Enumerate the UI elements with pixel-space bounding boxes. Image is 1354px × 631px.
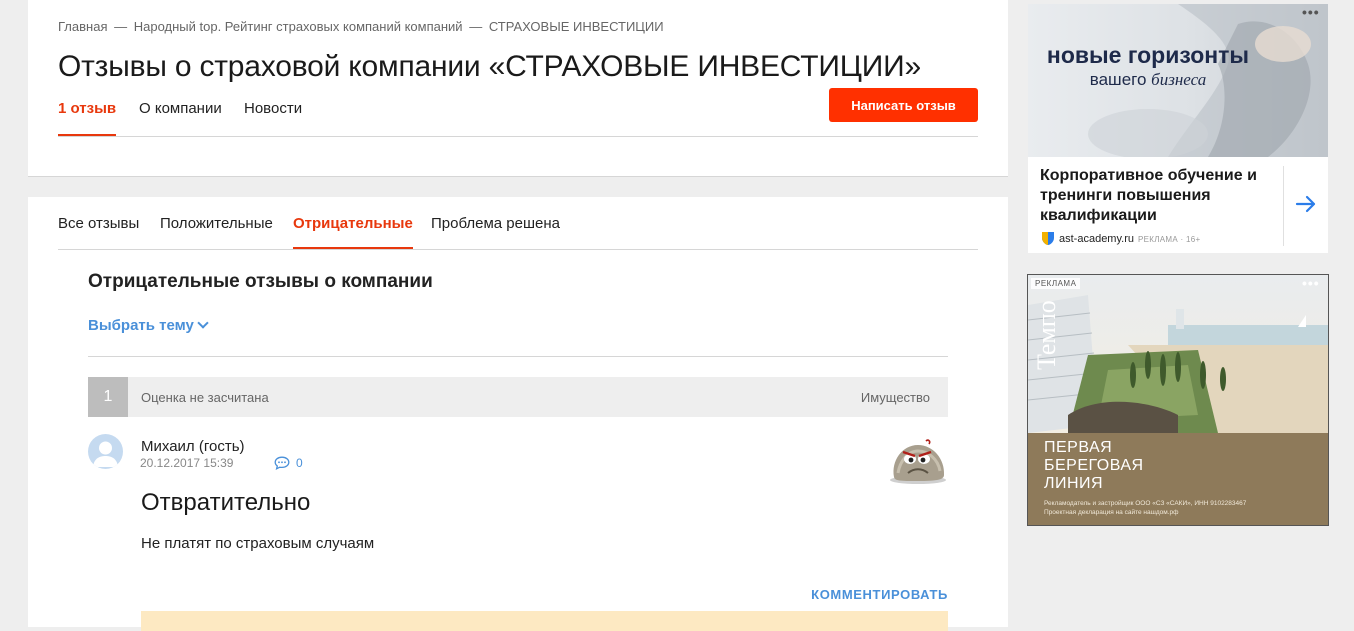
arrow-right-icon[interactable] — [1294, 192, 1318, 216]
header-card: Главная — Народный top. Рейтинг страховы… — [28, 0, 1008, 177]
comments-count-value: 0 — [296, 456, 303, 470]
page-title: Отзывы о страховой компании «СТРАХОВЫЕ И… — [58, 50, 921, 83]
comments-count[interactable]: 0 — [274, 456, 303, 471]
tab-positive[interactable]: Положительные — [160, 215, 273, 247]
breadcrumb-rating[interactable]: Народный top. Рейтинг страховых компаний… — [134, 19, 463, 34]
ad-label: РЕКЛАМА — [1031, 278, 1081, 289]
tab-reviews[interactable]: 1 отзыв — [58, 100, 117, 136]
ad-banner-2[interactable]: РЕКЛАМА ••• Темпо ПЕРВАЯ БЕРЕГОВАЯ ЛИНИЯ Р… — [1027, 274, 1329, 526]
comment-icon — [274, 456, 290, 471]
divider — [1283, 166, 1284, 246]
site-logo-icon — [1042, 232, 1054, 245]
ad-image: новые горизонты вашего бизнеса ••• — [1028, 4, 1328, 157]
section-title: Отрицательные отзывы о компании — [88, 271, 433, 292]
write-review-button[interactable]: Написать отзыв — [829, 88, 978, 122]
ad-text: Корпоративное обучение и тренинги повыше… — [1040, 167, 1257, 224]
breadcrumb: Главная — Народный top. Рейтинг страховы… — [58, 19, 664, 34]
breadcrumb-company[interactable]: СТРАХОВЫЕ ИНВЕСТИЦИИ — [489, 19, 664, 34]
more-options-icon[interactable]: ••• — [1302, 275, 1320, 291]
breadcrumb-separator: — — [469, 19, 483, 34]
user-icon — [93, 441, 118, 467]
review-category[interactable]: Имущество — [861, 390, 930, 405]
review-text: Не платят по страховым случаям — [141, 535, 375, 552]
ad-site[interactable]: ast-academy.ru РЕКЛАМА · 16+ — [1040, 230, 1201, 246]
breadcrumb-home[interactable]: Главная — [58, 19, 107, 34]
brand-logo: Темпо — [1032, 300, 1061, 370]
tab-news[interactable]: Новости — [244, 100, 302, 134]
angry-mood-icon — [890, 439, 946, 484]
ad-photo — [1028, 275, 1328, 433]
ad-label: РЕКЛАМА · 16+ — [1138, 235, 1201, 244]
notice-box — [141, 611, 948, 631]
ad-disclaimer: Рекламодатель и застройщик ООО «СЗ «САКИ… — [1044, 500, 1247, 516]
review-header-bar: 1 Оценка не засчитана Имущество — [88, 377, 948, 417]
review-title: Отвратительно — [141, 489, 311, 516]
theme-select-label: Выбрать тему — [88, 317, 194, 334]
tab-all-reviews[interactable]: Все отзывы — [58, 215, 139, 247]
ad-banner-1[interactable]: новые горизонты вашего бизнеса ••• Корпо… — [1028, 4, 1328, 253]
theme-select[interactable]: Выбрать тему — [88, 317, 209, 334]
tab-about[interactable]: О компании — [139, 100, 222, 134]
review-date: 20.12.2017 15:39 — [140, 456, 234, 470]
review-score-note: Оценка не засчитана — [141, 390, 269, 405]
comment-button[interactable]: КОММЕНТИРОВАТЬ — [811, 587, 948, 602]
divider — [88, 356, 948, 357]
more-options-icon[interactable]: ••• — [1302, 4, 1320, 20]
reviews-card: Все отзывы Положительные Отрицательные П… — [28, 197, 1008, 631]
breadcrumb-separator: — — [114, 19, 128, 34]
ad-headline: ПЕРВАЯ БЕРЕГОВАЯ ЛИНИЯ — [1044, 439, 1144, 492]
review-number: 1 — [88, 377, 128, 417]
tab-negative[interactable]: Отрицательные — [293, 215, 413, 249]
ad-subheadline: вашего бизнеса — [1089, 70, 1207, 89]
ad-headline: новые горизонты — [1046, 42, 1250, 68]
avatar — [88, 434, 123, 469]
filter-tabs: Все отзывы Положительные Отрицательные П… — [58, 215, 978, 250]
chevron-down-icon — [197, 317, 209, 329]
tab-resolved[interactable]: Проблема решена — [431, 215, 560, 247]
review-author: Михаил (гость) — [141, 438, 245, 455]
